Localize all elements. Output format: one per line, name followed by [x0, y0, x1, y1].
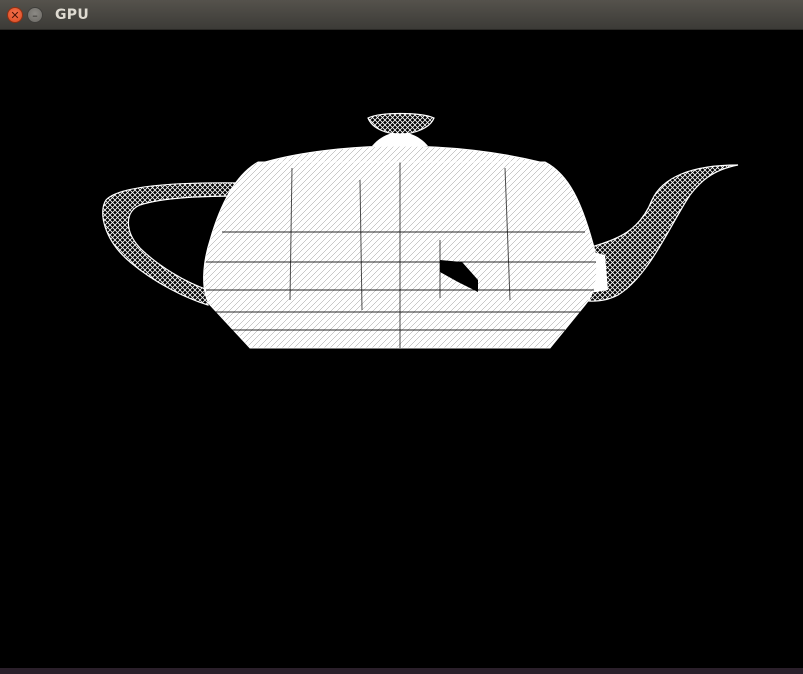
minimize-icon: – [32, 8, 38, 22]
close-icon: ✕ [10, 8, 20, 22]
title-bar[interactable]: ✕ – GPU [0, 0, 803, 30]
app-window: ✕ – GPU [0, 0, 803, 674]
render-viewport[interactable] [0, 30, 803, 668]
teapot-spout [575, 164, 739, 302]
teapot-render [102, 112, 739, 349]
minimize-button[interactable]: – [27, 7, 43, 23]
window-bottom-border [0, 668, 803, 674]
window-title: GPU [55, 7, 90, 23]
close-button[interactable]: ✕ [7, 7, 23, 23]
teapot-body [203, 161, 598, 349]
teapot-lid [264, 112, 541, 163]
